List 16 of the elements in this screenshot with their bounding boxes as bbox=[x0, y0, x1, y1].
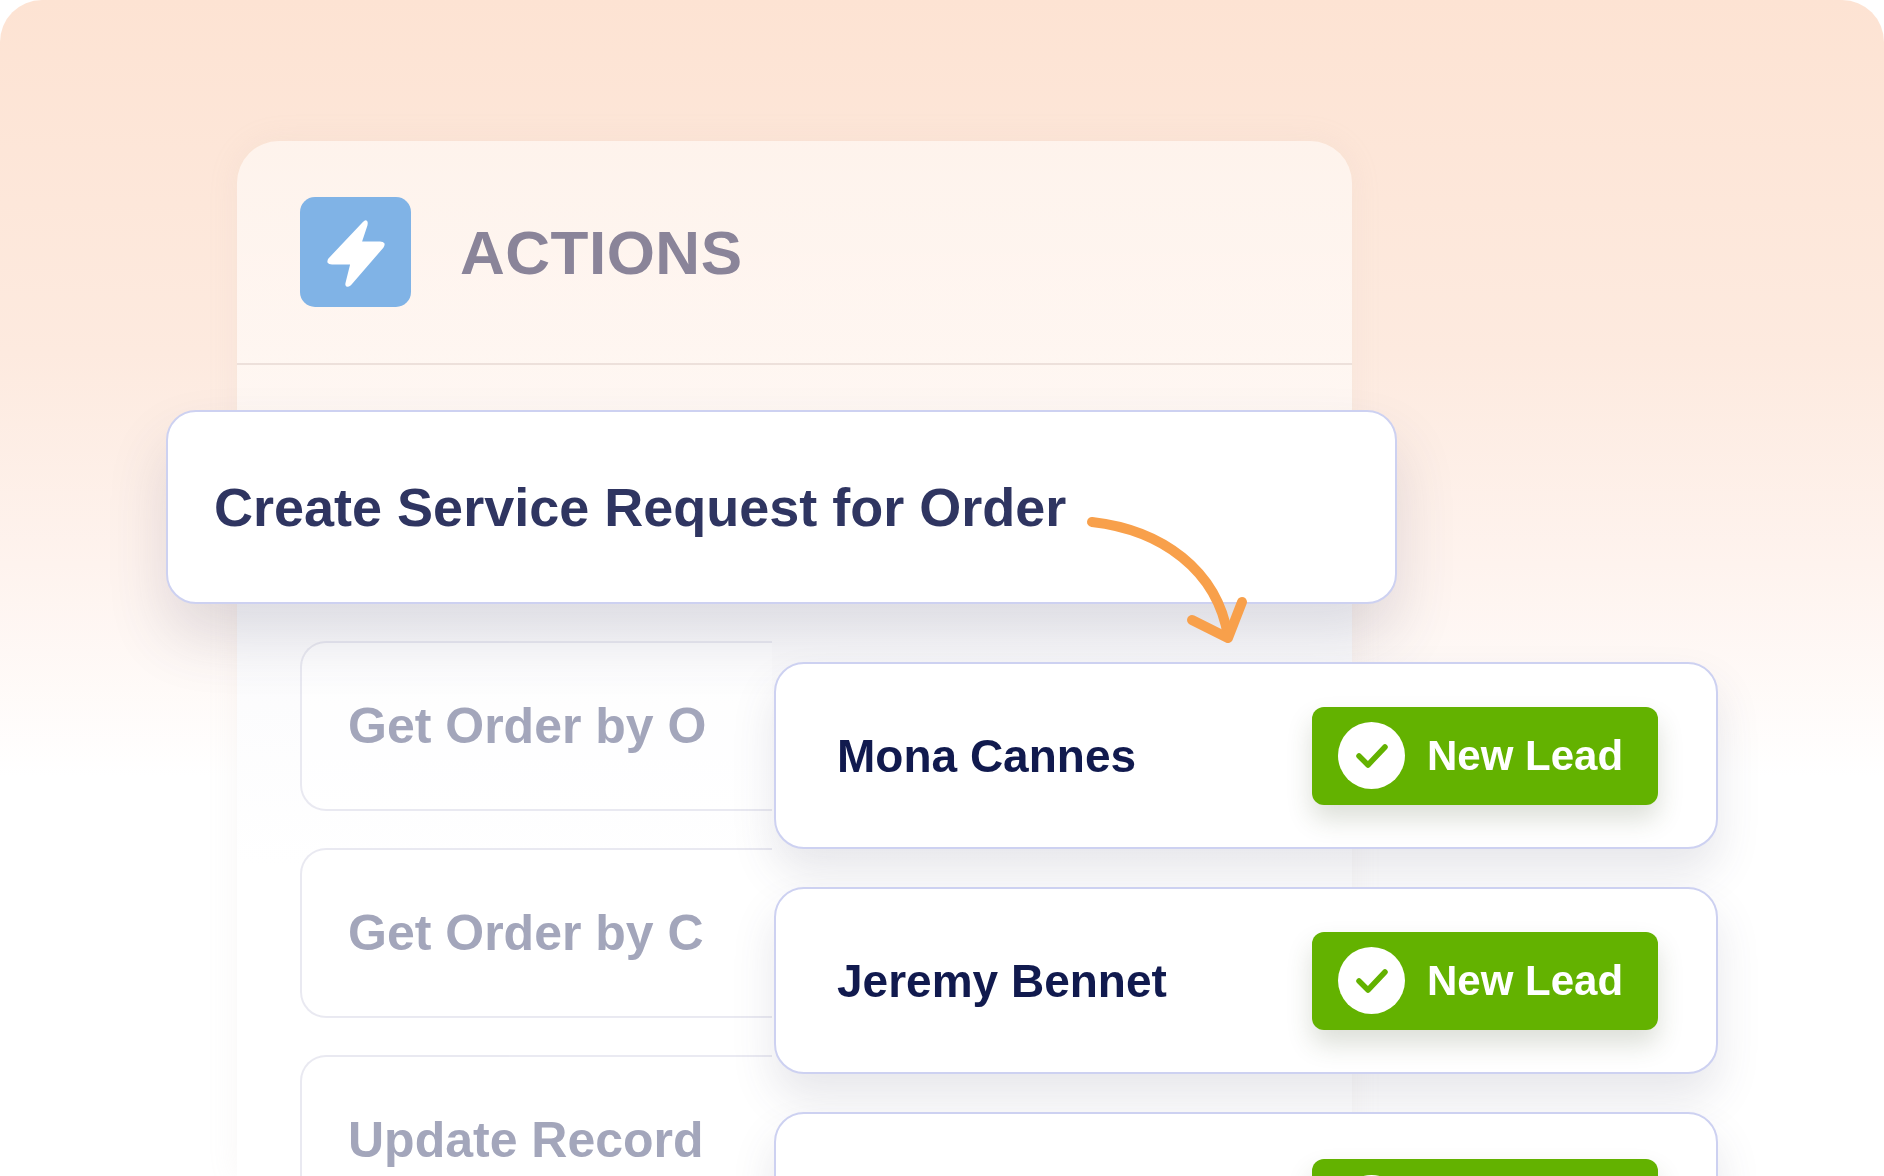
action-item[interactable]: Update Record bbox=[300, 1055, 772, 1176]
panel-title: ACTIONS bbox=[460, 216, 743, 288]
badge-label: New Lead bbox=[1427, 956, 1624, 1005]
action-card[interactable]: Create Service Request for Order bbox=[166, 410, 1397, 604]
action-item[interactable]: Get Order by C bbox=[300, 848, 772, 1018]
check-icon bbox=[1338, 722, 1405, 789]
lead-name: Jeremy Bennet bbox=[837, 953, 1167, 1008]
action-label: Get Order by C bbox=[348, 904, 704, 962]
check-icon bbox=[1338, 947, 1405, 1014]
badge-label: New Lead bbox=[1427, 731, 1624, 780]
action-title: Create Service Request for Order bbox=[214, 476, 1067, 538]
action-label: Get Order by O bbox=[348, 697, 707, 755]
lightning-icon bbox=[300, 197, 411, 307]
lead-name: Mona Cannes bbox=[837, 728, 1137, 783]
action-item[interactable]: Get Order by O bbox=[300, 641, 772, 811]
action-label: Update Record bbox=[348, 1111, 704, 1169]
